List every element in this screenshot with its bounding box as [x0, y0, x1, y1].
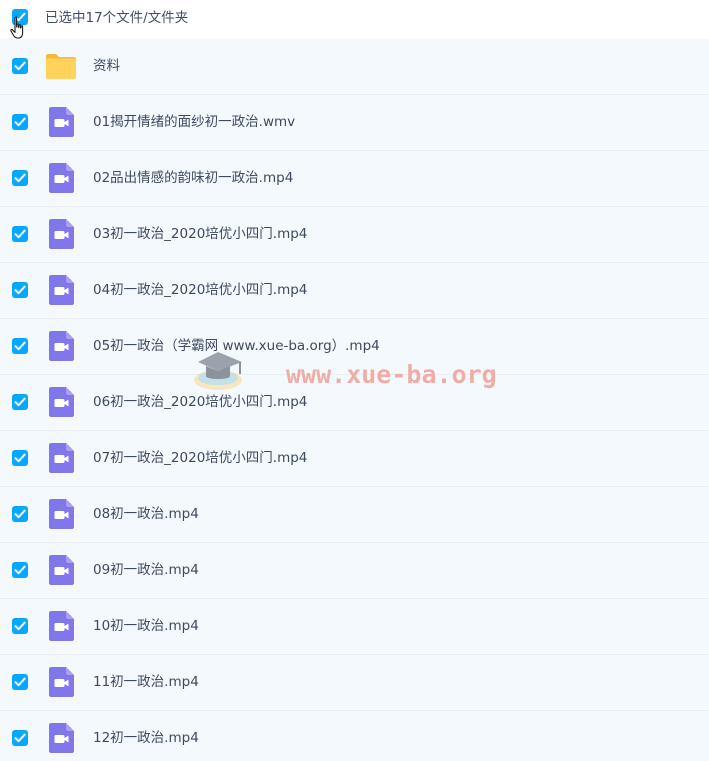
video-file-icon: [45, 106, 77, 138]
video-file-icon: [45, 666, 77, 698]
check-icon: [14, 677, 26, 687]
video-file-icon: [45, 386, 77, 418]
file-checkbox[interactable]: [12, 394, 28, 410]
file-checkbox[interactable]: [12, 450, 28, 466]
file-name[interactable]: 03初一政治_2020培优小四门.mp4: [93, 225, 307, 243]
file-name[interactable]: 07初一政治_2020培优小四门.mp4: [93, 449, 307, 467]
file-row[interactable]: 03初一政治_2020培优小四门.mp4: [0, 207, 709, 263]
file-row[interactable]: 06初一政治_2020培优小四门.mp4: [0, 375, 709, 431]
check-icon: [14, 173, 26, 183]
file-name[interactable]: 12初一政治.mp4: [93, 729, 199, 747]
file-checkbox[interactable]: [12, 338, 28, 354]
file-row[interactable]: 08初一政治.mp4: [0, 487, 709, 543]
file-name[interactable]: 11初一政治.mp4: [93, 673, 199, 691]
video-file-icon: [45, 722, 77, 754]
selection-count-label: 已选中17个文件/文件夹: [45, 10, 189, 26]
file-list-window: 已选中17个文件/文件夹 资料 01揭开情绪的面纱初一政治.wmv 02品出情感的韵…: [0, 0, 709, 761]
file-row[interactable]: 01揭开情绪的面纱初一政治.wmv: [0, 95, 709, 151]
file-name[interactable]: 02品出情感的韵味初一政治.mp4: [93, 169, 293, 187]
video-file-icon: [45, 554, 77, 586]
file-name[interactable]: 09初一政治.mp4: [93, 561, 199, 579]
check-icon: [14, 61, 26, 71]
check-icon: [14, 621, 26, 631]
file-checkbox[interactable]: [12, 170, 28, 186]
video-file-icon: [45, 274, 77, 306]
check-icon: [14, 397, 26, 407]
file-row[interactable]: 07初一政治_2020培优小四门.mp4: [0, 431, 709, 487]
video-file-icon: [45, 162, 77, 194]
file-checkbox[interactable]: [12, 674, 28, 690]
check-icon: [14, 117, 26, 127]
file-checkbox[interactable]: [12, 506, 28, 522]
check-icon: [14, 229, 26, 239]
select-all-checkbox[interactable]: [12, 9, 28, 25]
folder-icon: [45, 50, 77, 82]
file-list: 资料 01揭开情绪的面纱初一政治.wmv 02品出情感的韵味初一政治.mp4 03初一…: [0, 39, 709, 761]
file-name[interactable]: 资料: [93, 57, 120, 75]
file-row[interactable]: 资料: [0, 39, 709, 95]
check-icon: [14, 509, 26, 519]
file-row[interactable]: 12初一政治.mp4: [0, 711, 709, 761]
file-name[interactable]: 04初一政治_2020培优小四门.mp4: [93, 281, 307, 299]
file-checkbox[interactable]: [12, 730, 28, 746]
file-row[interactable]: 05初一政治（学霸网 www.xue-ba.org）.mp4: [0, 319, 709, 375]
file-row[interactable]: 11初一政治.mp4: [0, 655, 709, 711]
video-file-icon: [45, 330, 77, 362]
file-checkbox[interactable]: [12, 114, 28, 130]
file-name[interactable]: 01揭开情绪的面纱初一政治.wmv: [93, 113, 295, 131]
file-checkbox[interactable]: [12, 226, 28, 242]
check-icon: [14, 733, 26, 743]
file-row[interactable]: 10初一政治.mp4: [0, 599, 709, 655]
file-checkbox[interactable]: [12, 58, 28, 74]
selection-header: 已选中17个文件/文件夹: [0, 0, 709, 38]
file-name[interactable]: 08初一政治.mp4: [93, 505, 199, 523]
check-icon: [14, 285, 26, 295]
check-icon: [14, 341, 26, 351]
file-name[interactable]: 10初一政治.mp4: [93, 617, 199, 635]
file-checkbox[interactable]: [12, 282, 28, 298]
file-row[interactable]: 02品出情感的韵味初一政治.mp4: [0, 151, 709, 207]
video-file-icon: [45, 218, 77, 250]
file-checkbox[interactable]: [12, 618, 28, 634]
file-row[interactable]: 09初一政治.mp4: [0, 543, 709, 599]
video-file-icon: [45, 498, 77, 530]
file-name[interactable]: 05初一政治（学霸网 www.xue-ba.org）.mp4: [93, 337, 380, 355]
check-icon: [14, 565, 26, 575]
check-icon: [14, 12, 26, 22]
file-name[interactable]: 06初一政治_2020培优小四门.mp4: [93, 393, 307, 411]
file-checkbox[interactable]: [12, 562, 28, 578]
video-file-icon: [45, 442, 77, 474]
file-row[interactable]: 04初一政治_2020培优小四门.mp4: [0, 263, 709, 319]
video-file-icon: [45, 610, 77, 642]
check-icon: [14, 453, 26, 463]
